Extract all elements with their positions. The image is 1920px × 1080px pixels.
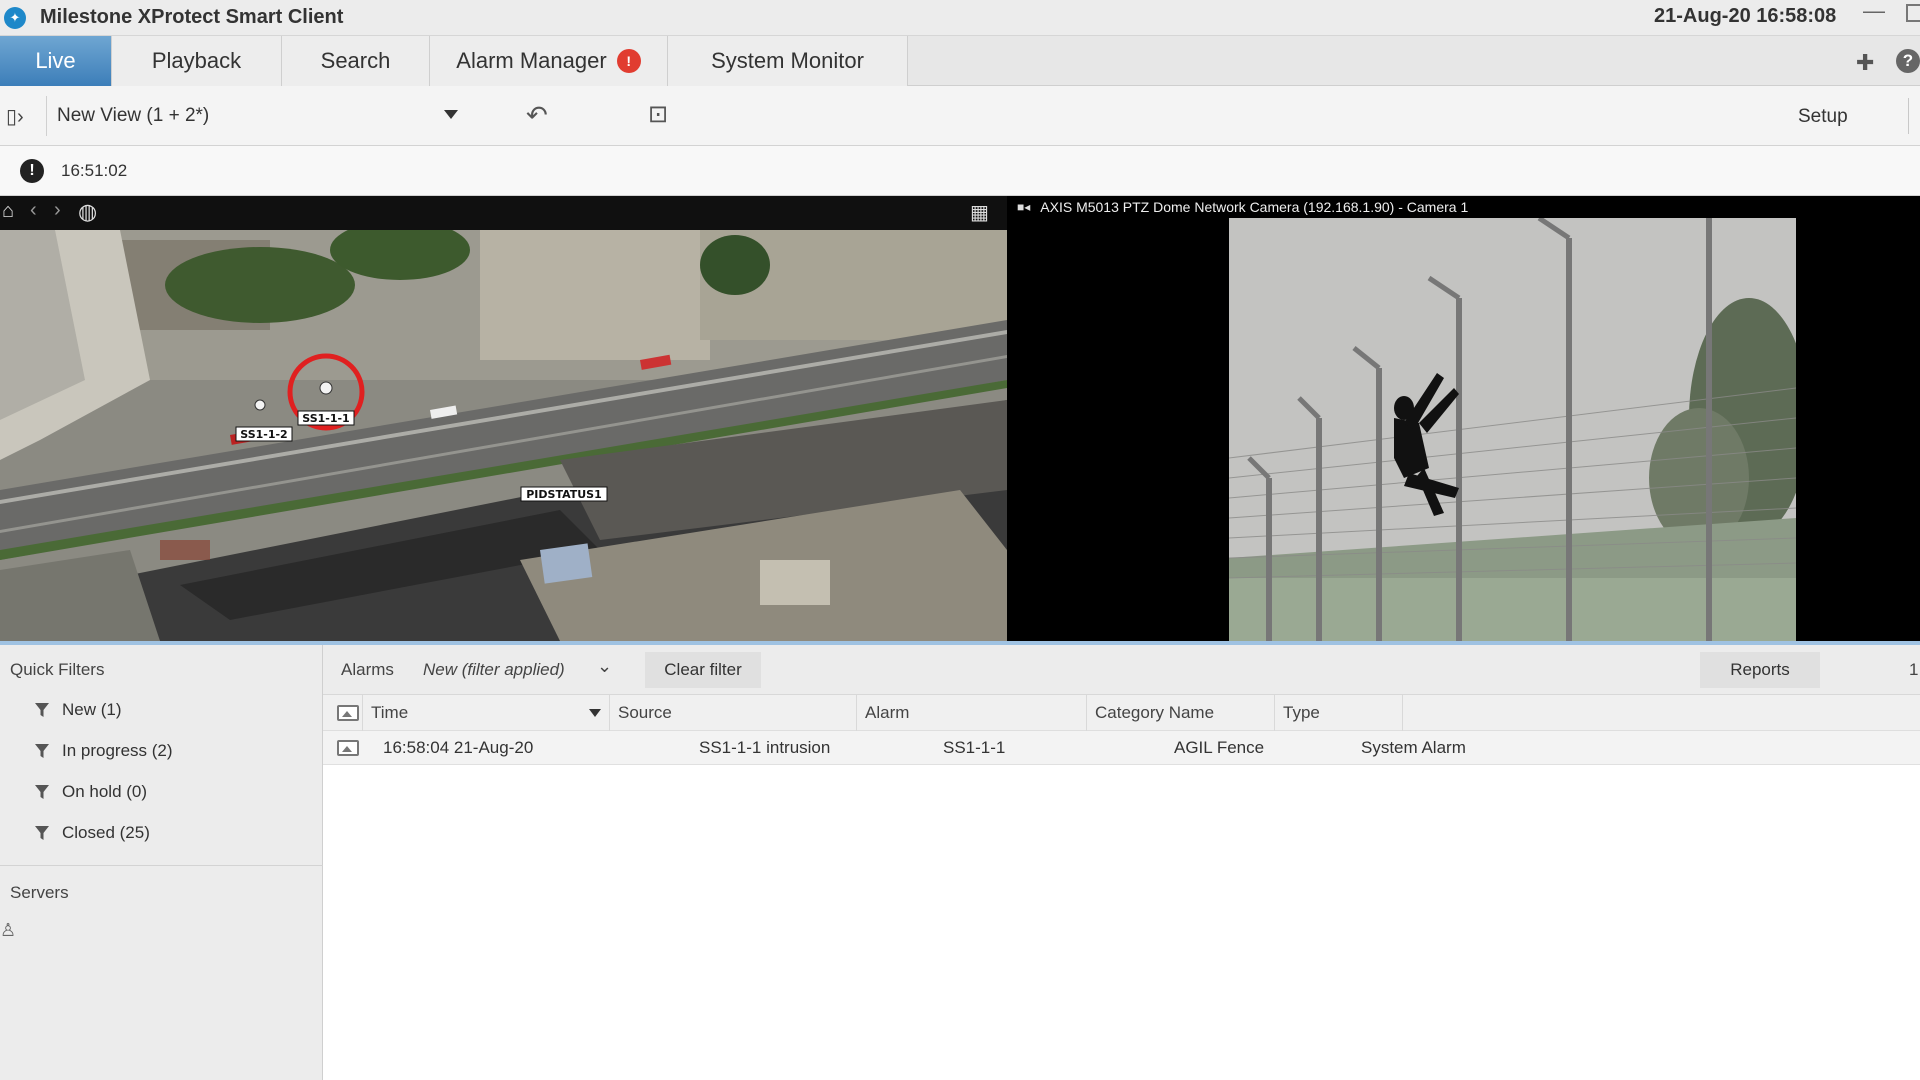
filters-divider xyxy=(0,865,323,866)
servers-title: Servers xyxy=(10,883,69,902)
map-nav-bar: ⌂ ‹ › ◍ ▦ xyxy=(0,196,1007,230)
column-type-label: Type xyxy=(1283,703,1320,722)
filter-closed-label: Closed (25) xyxy=(62,823,150,842)
pane-toggle-icon[interactable]: ▯› xyxy=(6,104,24,129)
column-header-alarm[interactable]: Alarm xyxy=(857,695,1087,731)
column-header-category[interactable]: Category Name xyxy=(1087,695,1275,731)
column-category-label: Category Name xyxy=(1095,703,1215,722)
tab-search-label: Search xyxy=(320,48,391,73)
cell-type: System Alarm xyxy=(1361,738,1466,757)
grid-icon[interactable]: ▦ xyxy=(970,200,989,225)
chevron-down-icon[interactable]: ⌄ xyxy=(597,656,612,677)
column-header-type[interactable]: Type xyxy=(1275,695,1403,731)
view-selector[interactable]: New View (1 + 2*) xyxy=(46,96,478,136)
clear-filter-button[interactable]: Clear filter xyxy=(645,652,761,688)
column-time-label: Time xyxy=(371,703,409,722)
filter-in-progress-label: In progress (2) xyxy=(62,741,173,760)
info-bar: ! 16:51:02 xyxy=(0,146,1920,196)
tab-playback-label: Playback xyxy=(151,48,242,73)
image-icon xyxy=(337,740,359,756)
alarm-table-header: Time Source Alarm Category Name Type xyxy=(323,695,1920,731)
maximize-icon[interactable] xyxy=(1906,4,1920,22)
minimize-icon[interactable]: — xyxy=(1862,0,1886,24)
cell-alarm: SS1-1-1 xyxy=(943,738,1006,757)
row-image-cell xyxy=(337,731,363,765)
tab-playback[interactable]: Playback xyxy=(112,36,282,86)
image-icon xyxy=(337,705,359,721)
column-header-source[interactable]: Source xyxy=(610,695,857,731)
app-title: Milestone XProtect Smart Client xyxy=(40,6,344,28)
tab-alarm-manager-label: Alarm Manager xyxy=(456,48,607,73)
filter-icon xyxy=(35,744,49,758)
back-icon[interactable]: ‹ xyxy=(30,199,37,222)
camera-view[interactable]: ■◂ AXIS M5013 PTZ Dome Network Camera (1… xyxy=(1007,196,1920,641)
warning-icon: ! xyxy=(20,159,44,183)
datetime-display: 21-Aug-20 16:58:08 xyxy=(1654,5,1837,27)
map-view[interactable]: ⌂ ‹ › ◍ ▦ SS1-1-1 SS1-1-2 PIDSTATUS1 xyxy=(0,196,1007,641)
xprotect-logo-icon: ✦ xyxy=(4,6,26,29)
filter-on-hold[interactable]: On hold (0) xyxy=(34,779,147,805)
filter-icon xyxy=(35,785,49,799)
camera-icon: ■◂ xyxy=(1017,200,1031,214)
home-icon[interactable]: ⌂ xyxy=(2,200,14,223)
tab-alarm-manager[interactable]: Alarm Manager! xyxy=(430,36,668,86)
marker-label-ss1-1-2: SS1-1-2 xyxy=(240,428,287,441)
view-name: New View (1 + 2*) xyxy=(57,105,210,126)
tab-live[interactable]: Live xyxy=(0,36,112,86)
tab-live-label: Live xyxy=(35,48,76,73)
globe-icon[interactable]: ◍ xyxy=(78,199,97,225)
pin-icon[interactable]: ✚ xyxy=(1856,50,1874,76)
marker-label-pidstatus1: PIDSTATUS1 xyxy=(526,488,602,501)
quick-filters-title: Quick Filters xyxy=(10,660,105,679)
table-row[interactable]: 16:58:04 21-Aug-20 SS1-1-1 intrusion SS1… xyxy=(323,731,1920,765)
quick-filters-pane: Quick Filters New (1) In progress (2) On… xyxy=(0,645,323,1080)
help-icon[interactable]: ? xyxy=(1896,49,1920,73)
column-header-image[interactable] xyxy=(323,695,363,731)
sort-descending-icon xyxy=(589,709,601,717)
main-tab-bar: Live Playback Search Alarm Manager! Syst… xyxy=(0,36,1920,86)
filter-icon xyxy=(35,826,49,840)
alarm-list-pane: Alarms New (filter applied) ⌄ Clear filt… xyxy=(323,645,1920,1080)
info-time: 16:51:02 xyxy=(61,161,128,180)
cell-source: SS1-1-1 intrusion xyxy=(699,738,831,757)
map-pin-icon[interactable] xyxy=(254,399,266,411)
forward-icon[interactable]: › xyxy=(54,199,61,222)
filter-new[interactable]: New (1) xyxy=(34,697,122,723)
tab-search[interactable]: Search xyxy=(282,36,430,86)
alarm-filter-dropdown[interactable]: New (filter applied) xyxy=(423,660,565,680)
map-pin-icon[interactable] xyxy=(319,381,333,395)
alarms-label: Alarms xyxy=(341,660,394,679)
alarm-badge-icon: ! xyxy=(616,49,641,73)
marker-label-ss1-1-1: SS1-1-1 xyxy=(302,412,349,425)
setup-button[interactable]: Setup xyxy=(1798,106,1848,128)
filter-new-label: New (1) xyxy=(62,700,122,719)
toolbar-divider xyxy=(1908,98,1909,134)
title-bar: ✦ Milestone XProtect Smart Client 21-Aug… xyxy=(0,0,1920,36)
cell-category: AGIL Fence xyxy=(1174,738,1265,757)
camera-title: AXIS M5013 PTZ Dome Network Camera (192.… xyxy=(1040,199,1469,215)
column-source-label: Source xyxy=(618,703,672,722)
zoom-icon[interactable]: ⊡ xyxy=(648,100,668,129)
camera-header: ■◂ AXIS M5013 PTZ Dome Network Camera (1… xyxy=(1007,196,1920,218)
tab-system-monitor[interactable]: System Monitor xyxy=(668,36,908,86)
undo-icon[interactable]: ↶ xyxy=(526,100,548,131)
tab-system-monitor-label: System Monitor xyxy=(711,48,864,73)
column-alarm-label: Alarm xyxy=(865,703,910,722)
camera-feed[interactable] xyxy=(1229,218,1796,641)
filter-icon xyxy=(35,703,49,717)
chevron-down-icon xyxy=(444,110,458,119)
server-icon[interactable]: ♙ xyxy=(0,920,16,941)
filter-closed[interactable]: Closed (25) xyxy=(34,820,150,846)
satellite-map[interactable]: SS1-1-1 SS1-1-2 PIDSTATUS1 xyxy=(0,230,1007,641)
view-toolbar: ▯› New View (1 + 2*) ↶ ⊡ Setup xyxy=(0,86,1920,146)
filter-in-progress[interactable]: In progress (2) xyxy=(34,738,173,764)
reports-button[interactable]: Reports xyxy=(1700,652,1820,688)
page-indicator: 1 xyxy=(1909,660,1919,679)
cell-time: 16:58:04 21-Aug-20 xyxy=(383,738,534,757)
filter-on-hold-label: On hold (0) xyxy=(62,782,148,801)
column-header-time[interactable]: Time xyxy=(363,695,610,731)
alarm-toolbar: Alarms New (filter applied) ⌄ Clear filt… xyxy=(323,645,1920,695)
